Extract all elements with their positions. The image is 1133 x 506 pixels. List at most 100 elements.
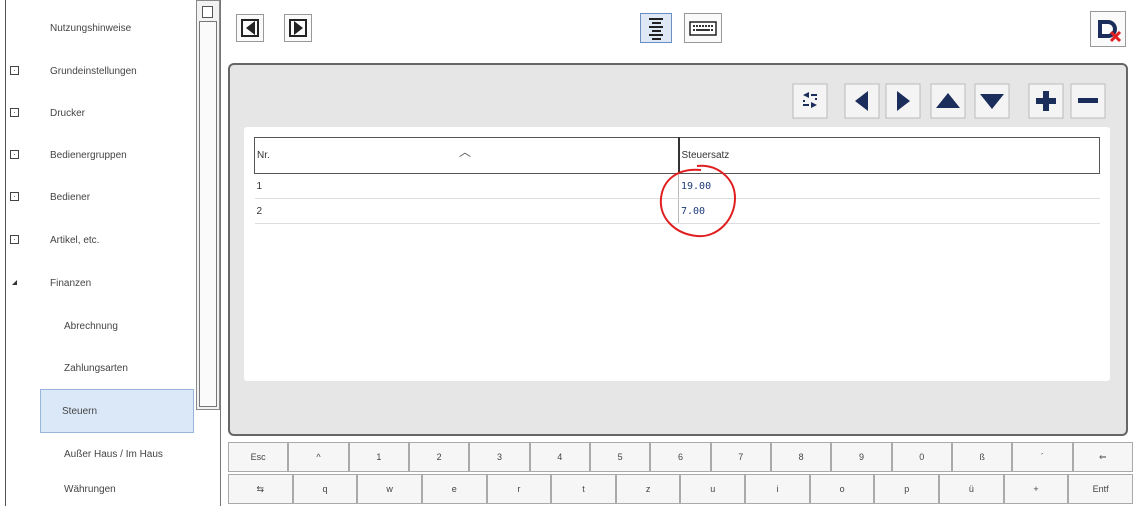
collapse-icon[interactable] bbox=[12, 280, 17, 285]
key-28[interactable]: Entf bbox=[1068, 474, 1133, 504]
column-header-nr[interactable]: Nr. ︿ bbox=[254, 137, 680, 174]
move-right-button[interactable] bbox=[885, 83, 921, 119]
arrow-down-icon bbox=[974, 83, 1010, 119]
expand-icon[interactable]: · bbox=[10, 150, 19, 159]
key-17[interactable]: w bbox=[357, 474, 422, 504]
settings-tree: Nutzungshinweise · Grundeinstellungen · … bbox=[0, 0, 196, 506]
keyboard-toggle-button[interactable] bbox=[684, 13, 722, 43]
keyboard-icon bbox=[689, 21, 717, 36]
tree-scrollbar[interactable] bbox=[196, 0, 220, 410]
scroll-track[interactable] bbox=[199, 21, 217, 407]
key-13[interactable]: ´ bbox=[1012, 442, 1073, 472]
key-16[interactable]: q bbox=[292, 474, 358, 504]
tree-item-label: Drucker bbox=[50, 107, 86, 119]
prev-page-icon bbox=[241, 19, 259, 37]
tree-item-steuern[interactable]: Steuern bbox=[40, 389, 194, 433]
key-4[interactable]: 3 bbox=[469, 442, 530, 472]
key-6[interactable]: 5 bbox=[589, 442, 651, 472]
annotation-circle bbox=[659, 164, 737, 238]
remove-row-button[interactable] bbox=[1070, 83, 1106, 119]
key-3[interactable]: 2 bbox=[408, 442, 470, 472]
tree-item-waehrungen[interactable]: Währungen bbox=[6, 468, 196, 506]
column-header-steuersatz[interactable]: Steuersatz bbox=[678, 137, 1100, 174]
key-7[interactable]: 6 bbox=[650, 442, 711, 472]
move-left-button[interactable] bbox=[844, 83, 880, 119]
tree-item-bediener[interactable]: · Bediener bbox=[6, 176, 196, 218]
expand-icon[interactable]: · bbox=[10, 66, 19, 75]
add-row-button[interactable] bbox=[1028, 83, 1064, 119]
next-page-button[interactable] bbox=[284, 14, 312, 42]
expand-icon[interactable]: · bbox=[10, 108, 19, 117]
tree-item-abrechnung[interactable]: Abrechnung bbox=[6, 305, 196, 347]
key-9[interactable]: 8 bbox=[770, 442, 832, 472]
arrow-left-icon bbox=[844, 83, 880, 119]
cell-rate: 7.00 bbox=[678, 198, 1100, 224]
close-app-icon bbox=[1098, 20, 1122, 43]
tree-item-label: Nutzungshinweise bbox=[50, 22, 132, 34]
tree-item-artikel[interactable]: · Artikel, etc. bbox=[6, 219, 196, 261]
key-23[interactable]: i bbox=[745, 474, 810, 504]
grid-toolbar bbox=[230, 83, 1126, 123]
tree-item-label: Bediener bbox=[50, 191, 91, 203]
key-27[interactable]: + bbox=[1003, 474, 1069, 504]
key-10[interactable]: 9 bbox=[831, 442, 892, 472]
tree-item-label: Artikel, etc. bbox=[50, 234, 100, 246]
tax-rates-panel: Nr. ︿ Steuersatz 1 19.00 2 7.00 bbox=[228, 63, 1128, 436]
key-15[interactable]: ⇆ bbox=[228, 474, 293, 504]
keyboard-row-1: Esc ^ 1 2 3 4 5 6 7 8 9 0 ß ´ ⇐ bbox=[228, 442, 1133, 474]
arrow-up-icon bbox=[930, 83, 966, 119]
key-12[interactable]: ß bbox=[951, 442, 1013, 472]
cell-nr: 1 bbox=[254, 173, 679, 199]
tree-item-label: Grundeinstellungen bbox=[50, 65, 137, 77]
tree-item-label: Finanzen bbox=[50, 277, 92, 289]
key-22[interactable]: u bbox=[680, 474, 746, 504]
expand-icon[interactable]: · bbox=[10, 192, 19, 201]
tree-item-label: Außer Haus / Im Haus bbox=[64, 448, 163, 460]
key-5[interactable]: 4 bbox=[529, 442, 590, 472]
plus-icon bbox=[1028, 83, 1064, 119]
tree-item-finanzen[interactable]: Finanzen bbox=[6, 262, 196, 304]
key-21[interactable]: z bbox=[615, 474, 681, 504]
key-0[interactable]: Esc bbox=[228, 442, 289, 472]
tree-item-label: Steuern bbox=[62, 405, 98, 417]
key-24[interactable]: o bbox=[809, 474, 875, 504]
tree-item-label: Zahlungsarten bbox=[64, 362, 128, 374]
close-app-button[interactable] bbox=[1090, 11, 1126, 47]
list-view-icon bbox=[649, 18, 663, 40]
move-down-button[interactable] bbox=[974, 83, 1010, 119]
prev-page-button[interactable] bbox=[236, 14, 264, 42]
key-20[interactable]: t bbox=[551, 474, 616, 504]
next-page-icon bbox=[289, 19, 307, 37]
arrow-right-icon bbox=[885, 83, 921, 119]
move-up-button[interactable] bbox=[930, 83, 966, 119]
scroll-checkbox[interactable] bbox=[202, 6, 213, 18]
cell-rate: 19.00 bbox=[678, 173, 1100, 199]
minus-icon bbox=[1070, 83, 1106, 119]
tree-item-grundeinstellungen[interactable]: · Grundeinstellungen bbox=[6, 50, 196, 92]
tree-item-bedienergruppen[interactable]: · Bedienergruppen bbox=[6, 134, 196, 176]
key-2[interactable]: 1 bbox=[348, 442, 409, 472]
expand-icon[interactable]: · bbox=[10, 235, 19, 244]
app-window: Nutzungshinweise · Grundeinstellungen · … bbox=[0, 0, 1133, 506]
key-18[interactable]: e bbox=[421, 474, 487, 504]
tree-item-label: Abrechnung bbox=[64, 320, 118, 332]
column-header-label: Nr. bbox=[257, 150, 270, 161]
key-1[interactable]: ^ bbox=[288, 442, 349, 472]
tree-item-label: Währungen bbox=[64, 483, 116, 495]
list-view-button[interactable] bbox=[640, 13, 672, 43]
swap-columns-button[interactable] bbox=[792, 83, 828, 119]
key-19[interactable]: r bbox=[486, 474, 552, 504]
top-toolbar bbox=[228, 5, 1133, 53]
keyboard-row-2: ⇆ q w e r t z u i o p ü + Entf bbox=[228, 474, 1133, 506]
key-25[interactable]: p bbox=[874, 474, 940, 504]
cell-nr: 2 bbox=[254, 198, 679, 224]
tree-item-nutzungshinweise[interactable]: Nutzungshinweise bbox=[6, 7, 196, 49]
tree-item-zahlungsarten[interactable]: Zahlungsarten bbox=[6, 347, 196, 389]
key-11[interactable]: 0 bbox=[891, 442, 952, 472]
tree-item-drucker[interactable]: · Drucker bbox=[6, 92, 196, 134]
swap-columns-icon bbox=[792, 83, 828, 119]
key-8[interactable]: 7 bbox=[710, 442, 771, 472]
sort-ascending-icon: ︿ bbox=[459, 145, 472, 159]
key-14[interactable]: ⇐ bbox=[1072, 442, 1133, 472]
key-26[interactable]: ü bbox=[939, 474, 1004, 504]
